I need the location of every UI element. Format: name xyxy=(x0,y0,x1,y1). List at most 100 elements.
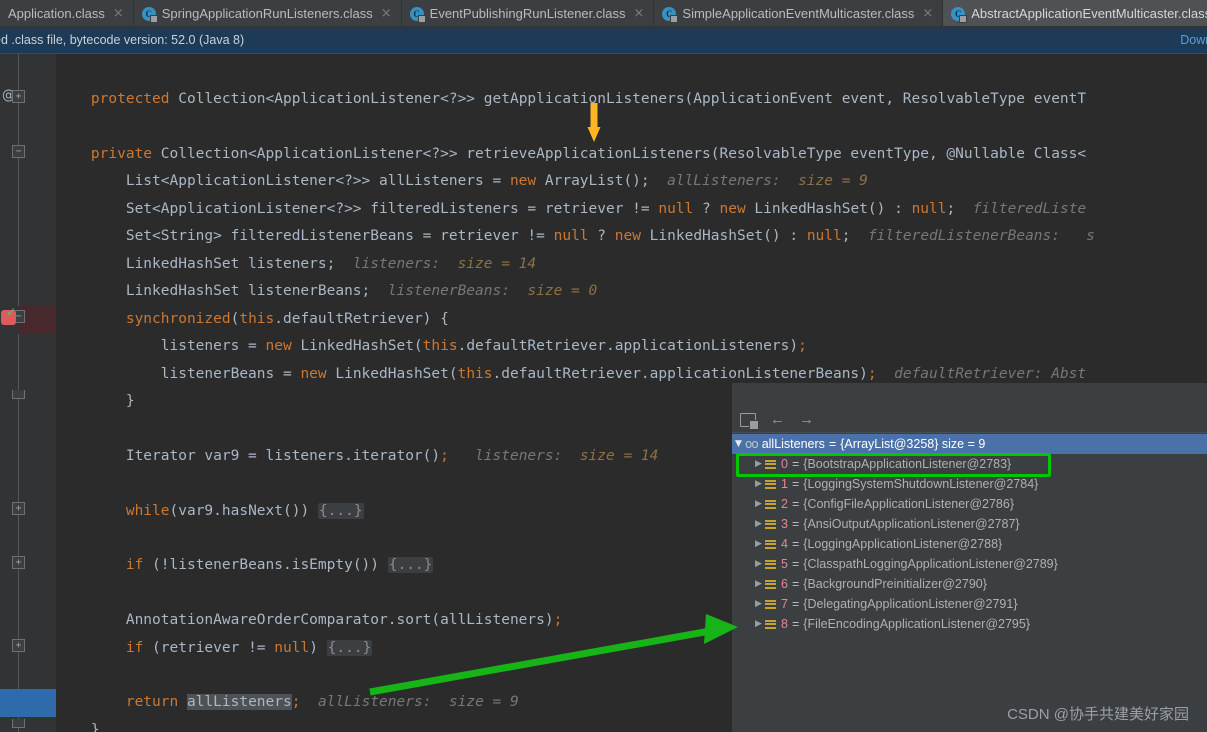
code-token: new xyxy=(265,338,292,354)
back-arrow-icon[interactable]: ← xyxy=(770,412,785,427)
list-element-icon xyxy=(765,519,776,529)
collection-icon: oo xyxy=(745,437,759,451)
tree-row-item-3[interactable]: ▶ 3 = {AnsiOutputApplicationListener@2787} xyxy=(732,514,1207,534)
editor-tab-bar[interactable]: Application.class × C SpringApplicationRunL… xyxy=(0,0,1207,27)
equals-sign: = xyxy=(828,437,837,451)
list-element-icon xyxy=(765,559,776,569)
variables-tree[interactable]: ▼ oo allListeners = {ArrayList@3258} size = … xyxy=(732,434,1207,732)
notification-text: ed .class file, bytecode version: 52.0 (… xyxy=(0,33,245,47)
chevron-right-icon[interactable]: ▶ xyxy=(752,599,765,609)
chevron-right-icon[interactable]: ▶ xyxy=(752,559,765,569)
chevron-right-icon[interactable]: ▶ xyxy=(752,479,765,489)
fold-expand-icon-if[interactable]: + xyxy=(12,556,25,569)
fold-expand-icon-if2[interactable]: + xyxy=(12,639,25,652)
editor-tab-4[interactable]: C AbstractApplicationEventMulticaster.cla… xyxy=(943,0,1207,26)
list-element-icon xyxy=(765,619,776,629)
code-token: filteredListenerBeans: s xyxy=(867,228,1095,244)
code-token: null xyxy=(274,640,310,656)
java-class-icon: C xyxy=(141,6,158,23)
code-token: ? xyxy=(693,201,720,217)
close-icon[interactable]: × xyxy=(922,7,933,20)
equals-sign: = xyxy=(791,537,800,551)
element-value: {DelegatingApplicationListener@2791} xyxy=(803,597,1018,611)
code-token: return xyxy=(125,694,179,710)
tree-row-item-6[interactable]: ▶ 6 = {BackgroundPreinitializer@2790} xyxy=(732,574,1207,594)
inspect-icon[interactable] xyxy=(740,412,759,430)
chevron-right-icon[interactable]: ▶ xyxy=(752,579,765,589)
code-token: new xyxy=(509,173,537,189)
editor-tab-2[interactable]: C EventPublishingRunListener.class × xyxy=(402,0,655,26)
editor-tab-0[interactable]: Application.class × xyxy=(0,0,134,26)
close-icon[interactable]: × xyxy=(634,7,645,20)
download-sources-link[interactable]: Downl xyxy=(1180,33,1207,47)
chevron-down-icon[interactable]: ▼ xyxy=(732,439,745,449)
code-token: allListeners: xyxy=(667,173,799,189)
equals-sign: = xyxy=(791,497,800,511)
code-token: Collection<ApplicationListener<?>> retri… xyxy=(152,146,1087,162)
chevron-right-icon[interactable]: ▶ xyxy=(752,519,765,529)
code-line: LinkedHashSet listenerBeans; listenerBea… xyxy=(56,278,597,306)
array-index: 1 xyxy=(781,477,788,491)
chevron-right-icon[interactable]: ▶ xyxy=(752,539,765,549)
editor-tab-label: SimpleApplicationEventMulticaster.class xyxy=(682,6,915,21)
editor-tab-3[interactable]: C SimpleApplicationEventMulticaster.class… xyxy=(654,0,944,26)
code-line: AnnotationAwareOrderComparator.sort(allL… xyxy=(56,607,563,635)
code-line: Iterator var9 = listeners.iterator(); li… xyxy=(56,443,659,471)
element-value: {FileEncodingApplicationListener@2795} xyxy=(803,617,1030,631)
debugger-variables-panel[interactable]: ← → ▼ oo allListeners = {ArrayList@3258} siz… xyxy=(731,382,1207,732)
code-token: new xyxy=(614,228,641,244)
debugger-toolbar[interactable]: ← → xyxy=(732,407,1207,433)
code-line: while(var9.hasNext()) {...} xyxy=(56,498,364,526)
code-token: listenerBeans = xyxy=(56,366,301,382)
chevron-right-icon[interactable]: ▶ xyxy=(752,619,765,629)
fold-collapse-icon[interactable]: − xyxy=(12,145,25,158)
java-class-icon: C xyxy=(951,6,968,23)
code-token: .defaultRetriever) { xyxy=(274,311,449,327)
code-token: null xyxy=(911,201,947,217)
yellow-down-arrow-annotation xyxy=(587,103,601,142)
tree-row-root[interactable]: ▼ oo allListeners = {ArrayList@3258} size = … xyxy=(732,434,1207,454)
code-token: listeners: xyxy=(352,256,458,272)
list-element-icon xyxy=(765,499,776,509)
close-icon[interactable]: × xyxy=(113,7,124,20)
code-token: LinkedHashSet( xyxy=(291,338,423,354)
code-line: Set<String> filteredListenerBeans = retr… xyxy=(56,223,1095,251)
list-element-icon xyxy=(765,539,776,549)
tree-row-item-8[interactable]: ▶ 8 = {FileEncodingApplicationListener@2795… xyxy=(732,614,1207,634)
code-token: null xyxy=(806,228,842,244)
tree-row-item-0[interactable]: ▶ 0 = {BootstrapApplicationListener@2783} xyxy=(732,454,1207,474)
code-token: List<ApplicationListener<?>> allListener… xyxy=(56,173,510,189)
fold-expand-icon[interactable]: + xyxy=(12,90,25,103)
fold-expand-icon-while[interactable]: + xyxy=(12,502,25,515)
variable-name: allListeners xyxy=(761,437,825,451)
tree-row-item-7[interactable]: ▶ 7 = {DelegatingApplicationListener@2791} xyxy=(732,594,1207,614)
code-token: {...} xyxy=(326,640,373,656)
code-token: size = 9 xyxy=(798,173,868,189)
code-token: listenerBeans: xyxy=(387,283,528,299)
tree-row-item-2[interactable]: ▶ 2 = {ConfigFileApplicationListener@2786} xyxy=(732,494,1207,514)
code-token: Iterator var9 = listeners.iterator() xyxy=(56,448,441,464)
tree-row-item-4[interactable]: ▶ 4 = {LoggingApplicationListener@2788} xyxy=(732,534,1207,554)
code-token: new xyxy=(719,201,746,217)
code-line: listeners = new LinkedHashSet(this.defau… xyxy=(56,333,807,361)
close-icon[interactable]: × xyxy=(381,7,392,20)
code-token: this xyxy=(422,338,458,354)
element-value: {BackgroundPreinitializer@2790} xyxy=(803,577,987,591)
code-token: ) xyxy=(309,640,327,656)
chevron-right-icon[interactable]: ▶ xyxy=(752,459,765,469)
code-token: ArrayList(); xyxy=(536,173,668,189)
tree-row-item-1[interactable]: ▶ 1 = {LoggingSystemShutdownListener@2784} xyxy=(732,474,1207,494)
forward-arrow-icon[interactable]: → xyxy=(799,412,814,427)
code-token: size = 9 xyxy=(448,694,519,710)
editor-tab-1[interactable]: C SpringApplicationRunListeners.class × xyxy=(134,0,402,26)
code-token: this xyxy=(457,366,493,382)
tree-row-item-5[interactable]: ▶ 5 = {ClasspathLoggingApplicationListener@… xyxy=(732,554,1207,574)
code-line: LinkedHashSet listeners; listeners: size… xyxy=(56,251,536,279)
editor-tab-label: Application.class xyxy=(8,6,105,21)
list-element-icon xyxy=(765,579,776,589)
chevron-right-icon[interactable]: ▶ xyxy=(752,499,765,509)
